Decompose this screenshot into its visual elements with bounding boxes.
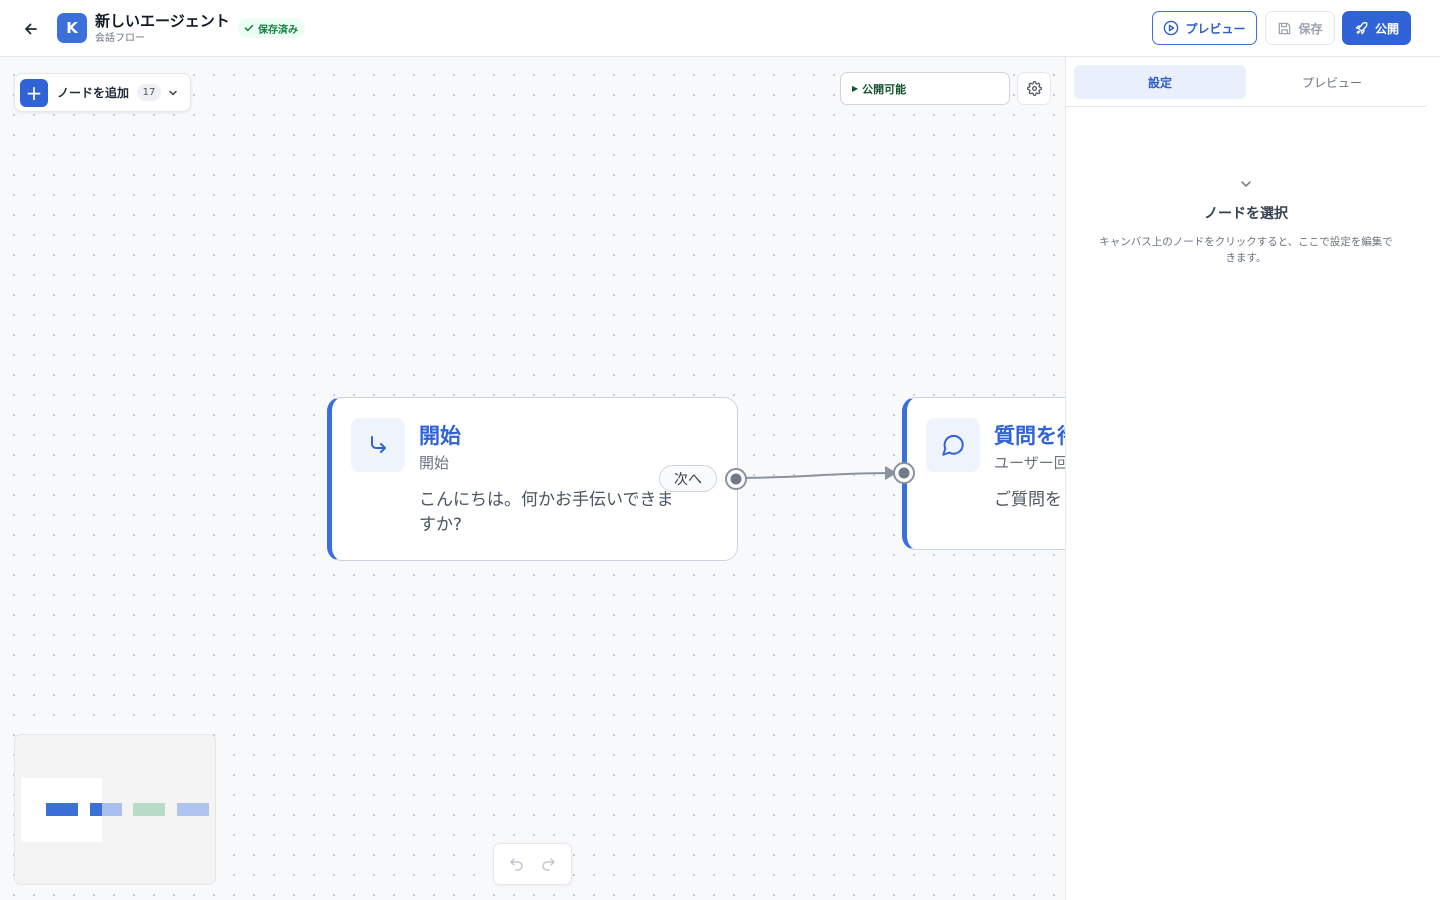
minimap-node (133, 803, 165, 816)
saved-status-label: 保存済み (258, 24, 298, 36)
save-button-label: 保存 (1298, 21, 1323, 36)
undo-button[interactable] (505, 852, 529, 876)
edge-label-next[interactable]: 次へ (659, 465, 717, 492)
agent-title[interactable]: 新しいエージェント (95, 11, 230, 31)
node-count-badge: 17 (137, 84, 162, 101)
node-title: 質問を待 (994, 424, 1065, 448)
chevron-down-icon (1066, 177, 1426, 191)
preview-button[interactable]: プレビュー (1152, 11, 1257, 45)
redo-button[interactable] (536, 852, 560, 876)
minimap-node (177, 803, 209, 816)
top-bar: K 新しいエージェント 会話フロー 保存済み プレビュー 保存 公開 (0, 0, 1440, 57)
empty-state-description: キャンバス上のノードをクリックすると、ここで設定を編集できます。 (1099, 236, 1393, 264)
minimap[interactable] (14, 734, 216, 885)
panel-tabs: 設定 プレビュー (1066, 57, 1426, 107)
preview-button-label: プレビュー (1185, 21, 1246, 36)
publish-status-label: 公開可能 (862, 82, 907, 96)
chevron-down-icon (167, 87, 179, 99)
agent-subtitle: 会話フロー (95, 33, 145, 44)
empty-state-title: ノードを選択 (1204, 206, 1288, 222)
node-message: こんにちは。何かお手伝いできますか? (419, 490, 674, 535)
undo-icon (510, 858, 523, 871)
node-title: 開始 (419, 424, 461, 448)
agent-avatar: K (57, 13, 87, 43)
check-icon (244, 24, 254, 32)
rocket-icon (1355, 21, 1368, 34)
redo-icon (542, 858, 555, 871)
flow-canvas[interactable]: + ノードを追加 17 ▶ 公開可能 開始 開始 こんにちは。何かお手伝いできま… (0, 57, 1065, 900)
save-icon (1279, 22, 1291, 34)
canvas-settings-button[interactable] (1017, 72, 1051, 105)
add-node-label: ノードを追加 (57, 86, 130, 100)
publish-button-label: 公開 (1374, 21, 1399, 36)
properties-panel: 設定 プレビュー ノードを選択 キャンバス上のノードをクリックすると、ここで設定… (1065, 57, 1440, 900)
flow-node-question[interactable]: 質問を待 ユーザー回 ご質問をどうぞ (902, 397, 1065, 550)
add-node-dropdown[interactable]: + ノードを追加 17 (14, 73, 191, 112)
edge-path (735, 472, 894, 479)
tab-preview[interactable]: プレビュー (1246, 65, 1418, 99)
saved-status-badge: 保存済み (238, 18, 305, 38)
gear-icon (1026, 81, 1042, 96)
play-circle-icon (1164, 20, 1179, 36)
minimap-graphic (21, 778, 209, 842)
publish-status-indicator[interactable]: ▶ 公開可能 (840, 72, 1010, 105)
publish-button[interactable]: 公開 (1342, 11, 1411, 45)
arrow-left-icon (25, 23, 37, 35)
undo-redo-toolbar (493, 843, 572, 885)
node-input-handle[interactable] (892, 461, 916, 485)
message-circle-icon (926, 418, 980, 472)
node-message: ご質問をどうぞ (994, 490, 1065, 510)
title-block: 新しいエージェント 会話フロー (95, 11, 230, 46)
node-output-handle[interactable] (724, 467, 748, 491)
node-type: ユーザー回 (994, 454, 1065, 472)
node-type: 開始 (419, 454, 450, 472)
empty-state: ノードを選択 キャンバス上のノードをクリックすると、ここで設定を編集できます。 (1066, 177, 1426, 266)
back-button[interactable] (18, 16, 44, 42)
tab-settings[interactable]: 設定 (1074, 65, 1246, 99)
corner-down-right-icon (351, 418, 405, 472)
play-icon: ▶ (852, 84, 859, 93)
save-button[interactable]: 保存 (1265, 11, 1335, 45)
minimap-node (46, 803, 78, 816)
minimap-node (90, 803, 102, 816)
plus-icon: + (20, 78, 48, 107)
